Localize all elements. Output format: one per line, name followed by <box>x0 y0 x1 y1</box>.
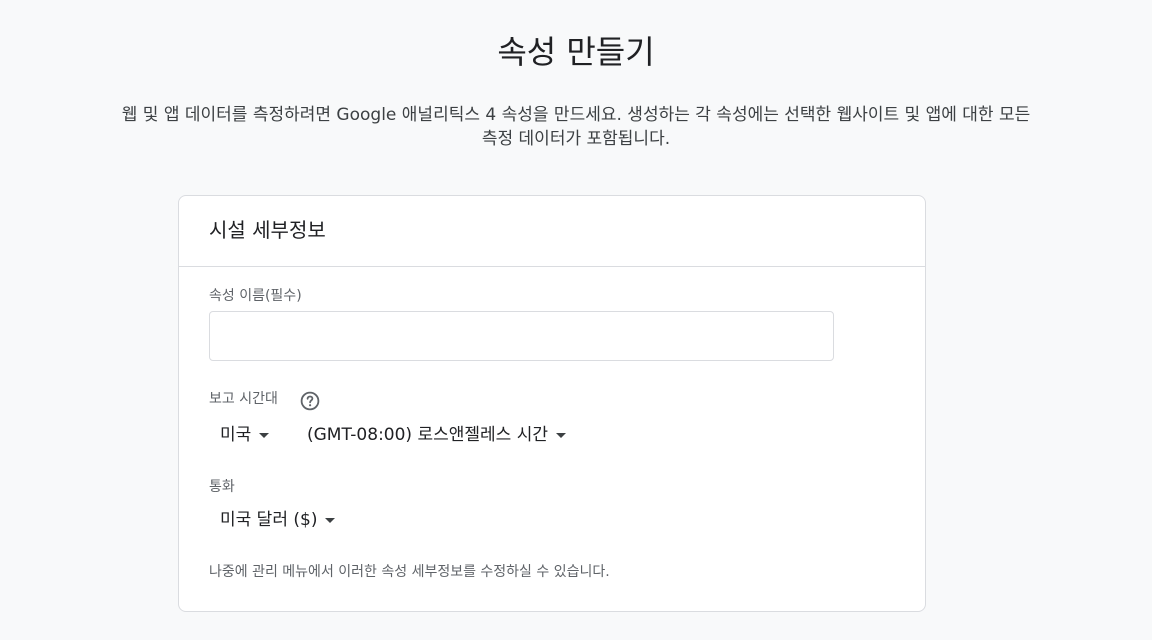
property-details-card: 시설 세부정보 속성 이름(필수) 보고 시간대 미국 (GMT-08:00) … <box>178 195 926 612</box>
card-title: 시설 세부정보 <box>209 218 326 242</box>
intro-text: 웹 및 앱 데이터를 측정하려면 Google 애널리틱스 4 속성을 만드세요… <box>40 103 1112 151</box>
caret-down-icon <box>259 432 270 438</box>
intro-line-1: 웹 및 앱 데이터를 측정하려면 Google 애널리틱스 4 속성을 만드세요… <box>121 105 1031 125</box>
timezone-dropdown-value: (GMT-08:00) 로스앤젤레스 시간 <box>307 425 548 445</box>
caret-down-icon <box>555 432 566 438</box>
timezone-label: 보고 시간대 <box>209 391 278 407</box>
currency-dropdown-value: 미국 달러 ($) <box>220 510 318 530</box>
intro-line-2: 측정 데이터가 포함됩니다. <box>481 129 671 149</box>
currency-dropdown[interactable]: 미국 달러 ($) <box>220 508 336 532</box>
caret-down-icon <box>325 517 336 523</box>
currency-label: 통화 <box>209 479 235 495</box>
country-dropdown-value: 미국 <box>220 425 252 445</box>
help-circle-icon[interactable] <box>300 391 320 411</box>
property-name-input[interactable] <box>209 311 834 361</box>
timezone-dropdown[interactable]: (GMT-08:00) 로스앤젤레스 시간 <box>307 423 566 447</box>
page-title: 속성 만들기 <box>497 33 655 71</box>
property-name-label: 속성 이름(필수) <box>209 288 302 304</box>
country-dropdown[interactable]: 미국 <box>220 423 270 447</box>
edit-later-note: 나중에 관리 메뉴에서 이러한 속성 세부정보를 수정하실 수 있습니다. <box>209 564 610 580</box>
